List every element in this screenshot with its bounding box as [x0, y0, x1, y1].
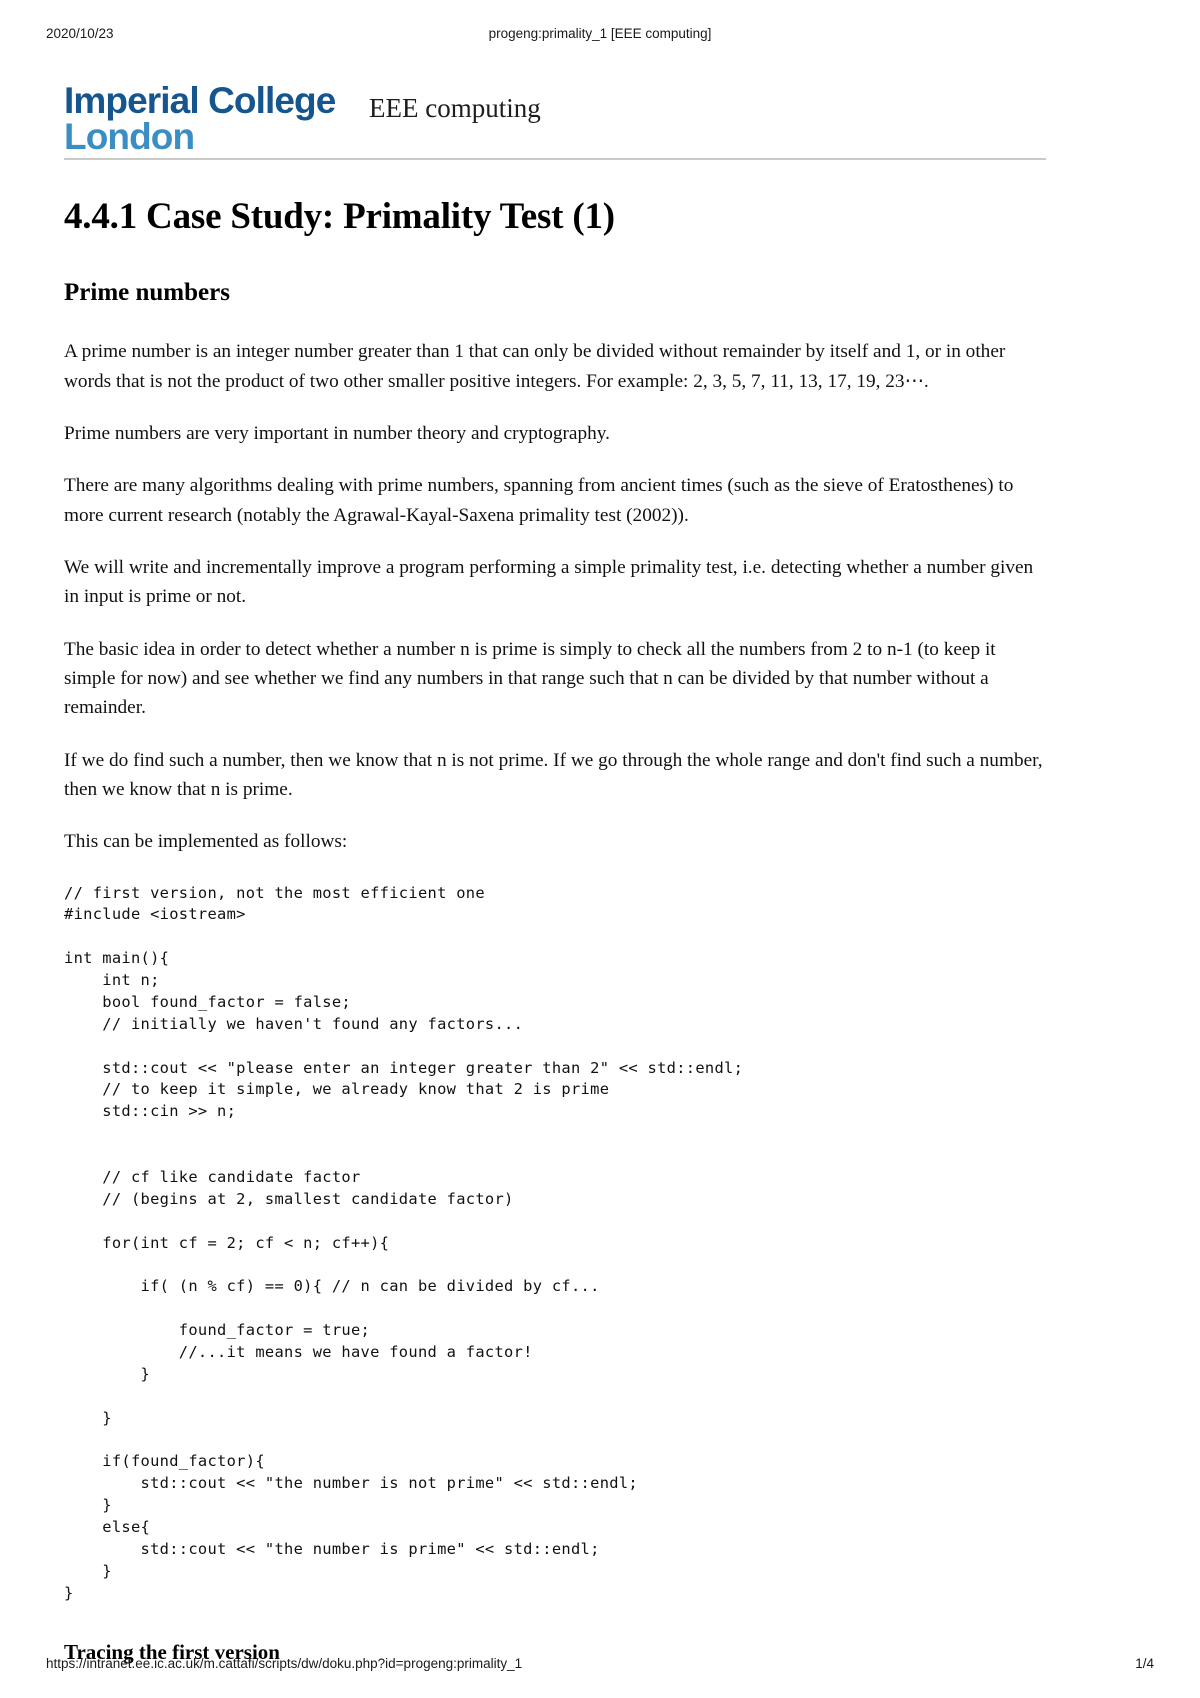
logo-line-imperial-college: Imperial College — [64, 80, 336, 121]
print-header-title: progeng:primality_1 [EEE computing] — [488, 26, 712, 41]
masthead: Imperial College London EEE computing — [64, 72, 1046, 160]
print-footer: https://intranet.ee.ic.ac.uk/m.cattafi/s… — [0, 1656, 1200, 1676]
paragraph-importance: Prime numbers are very important in numb… — [64, 422, 610, 444]
paragraph-algorithms: There are many algorithms dealing with p… — [64, 475, 1014, 526]
print-header: 2020/10/23 progeng:primality_1 [EEE comp… — [0, 26, 1200, 46]
print-footer-page-number: 1/4 — [1135, 1656, 1154, 1671]
code-block-primality-v1: // first version, not the most efficient… — [64, 883, 744, 1602]
paragraph-definition: A prime number is an integer number grea… — [64, 341, 1006, 392]
print-footer-url: https://intranet.ee.ic.ac.uk/m.cattafi/s… — [46, 1656, 523, 1671]
page-content: Imperial College London EEE computing 4.… — [64, 72, 1046, 1665]
paragraph-program-intro: We will write and incrementally improve … — [64, 556, 1034, 608]
paragraph-basic-idea: The basic idea in order to detect whethe… — [64, 638, 996, 719]
printed-wiki-page: 2020/10/23 progeng:primality_1 [EEE comp… — [0, 0, 1200, 1698]
masthead-divider — [64, 158, 1046, 160]
section-heading-prime-numbers: Prime numbers — [64, 278, 230, 306]
page-title: 4.4.1 Case Study: Primality Test (1) — [64, 196, 615, 237]
paragraph-implementation-lead: This can be implemented as follows: — [64, 831, 348, 853]
paragraph-conclusion-logic: If we do find such a number, then we kno… — [64, 749, 1043, 800]
site-name: EEE computing — [369, 93, 541, 123]
logo-line-london: London — [64, 116, 195, 158]
imperial-college-london-logo: Imperial College London — [64, 80, 336, 158]
